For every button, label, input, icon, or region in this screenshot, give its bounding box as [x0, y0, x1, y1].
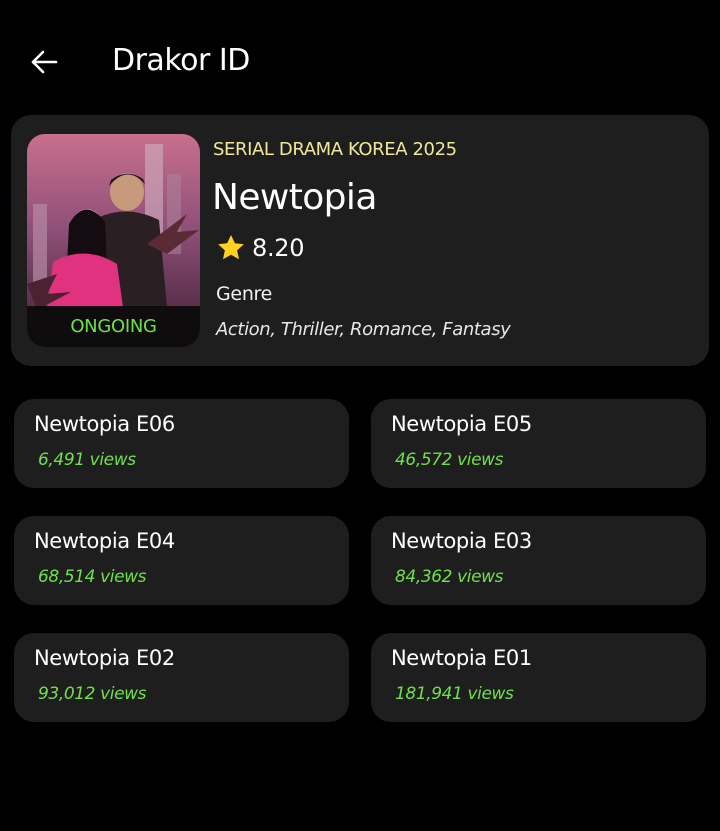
genre-list: Action, Thriller, Romance, Fantasy [216, 319, 511, 340]
episode-title: Newtopia E05 [391, 412, 532, 436]
rating: 8.20 [216, 233, 305, 263]
category-label: SERIAL DRAMA KOREA 2025 [213, 139, 457, 160]
episode-views: 84,362 views [395, 567, 504, 587]
episode-views: 46,572 views [395, 450, 504, 470]
episode-card[interactable]: Newtopia E05 46,572 views [371, 399, 706, 488]
arrow-left-icon [31, 50, 58, 74]
episode-card[interactable]: Newtopia E02 93,012 views [14, 633, 349, 722]
episode-views: 93,012 views [38, 684, 147, 704]
poster-image[interactable]: ONGOING [27, 134, 200, 347]
app-bar: Drakor ID [0, 0, 720, 120]
episode-title: Newtopia E01 [391, 646, 532, 670]
episode-card[interactable]: Newtopia E06 6,491 views [14, 399, 349, 488]
status-badge: ONGOING [27, 306, 200, 347]
drama-detail-card[interactable]: ONGOING SERIAL DRAMA KOREA 2025 Newtopia… [11, 115, 709, 366]
star-icon [218, 235, 244, 260]
drama-title: Newtopia [212, 177, 377, 218]
episode-card[interactable]: Newtopia E01 181,941 views [371, 633, 706, 722]
back-button[interactable] [22, 40, 66, 84]
genre-label: Genre [216, 283, 273, 305]
episode-views: 6,491 views [38, 450, 136, 470]
rating-value: 8.20 [252, 234, 305, 262]
episode-card[interactable]: Newtopia E04 68,514 views [14, 516, 349, 605]
episode-title: Newtopia E06 [34, 412, 175, 436]
app-title: Drakor ID [112, 43, 250, 78]
episode-views: 181,941 views [395, 684, 514, 704]
episode-title: Newtopia E04 [34, 529, 175, 553]
episode-title: Newtopia E03 [391, 529, 532, 553]
episode-views: 68,514 views [38, 567, 147, 587]
episode-title: Newtopia E02 [34, 646, 175, 670]
episode-card[interactable]: Newtopia E03 84,362 views [371, 516, 706, 605]
